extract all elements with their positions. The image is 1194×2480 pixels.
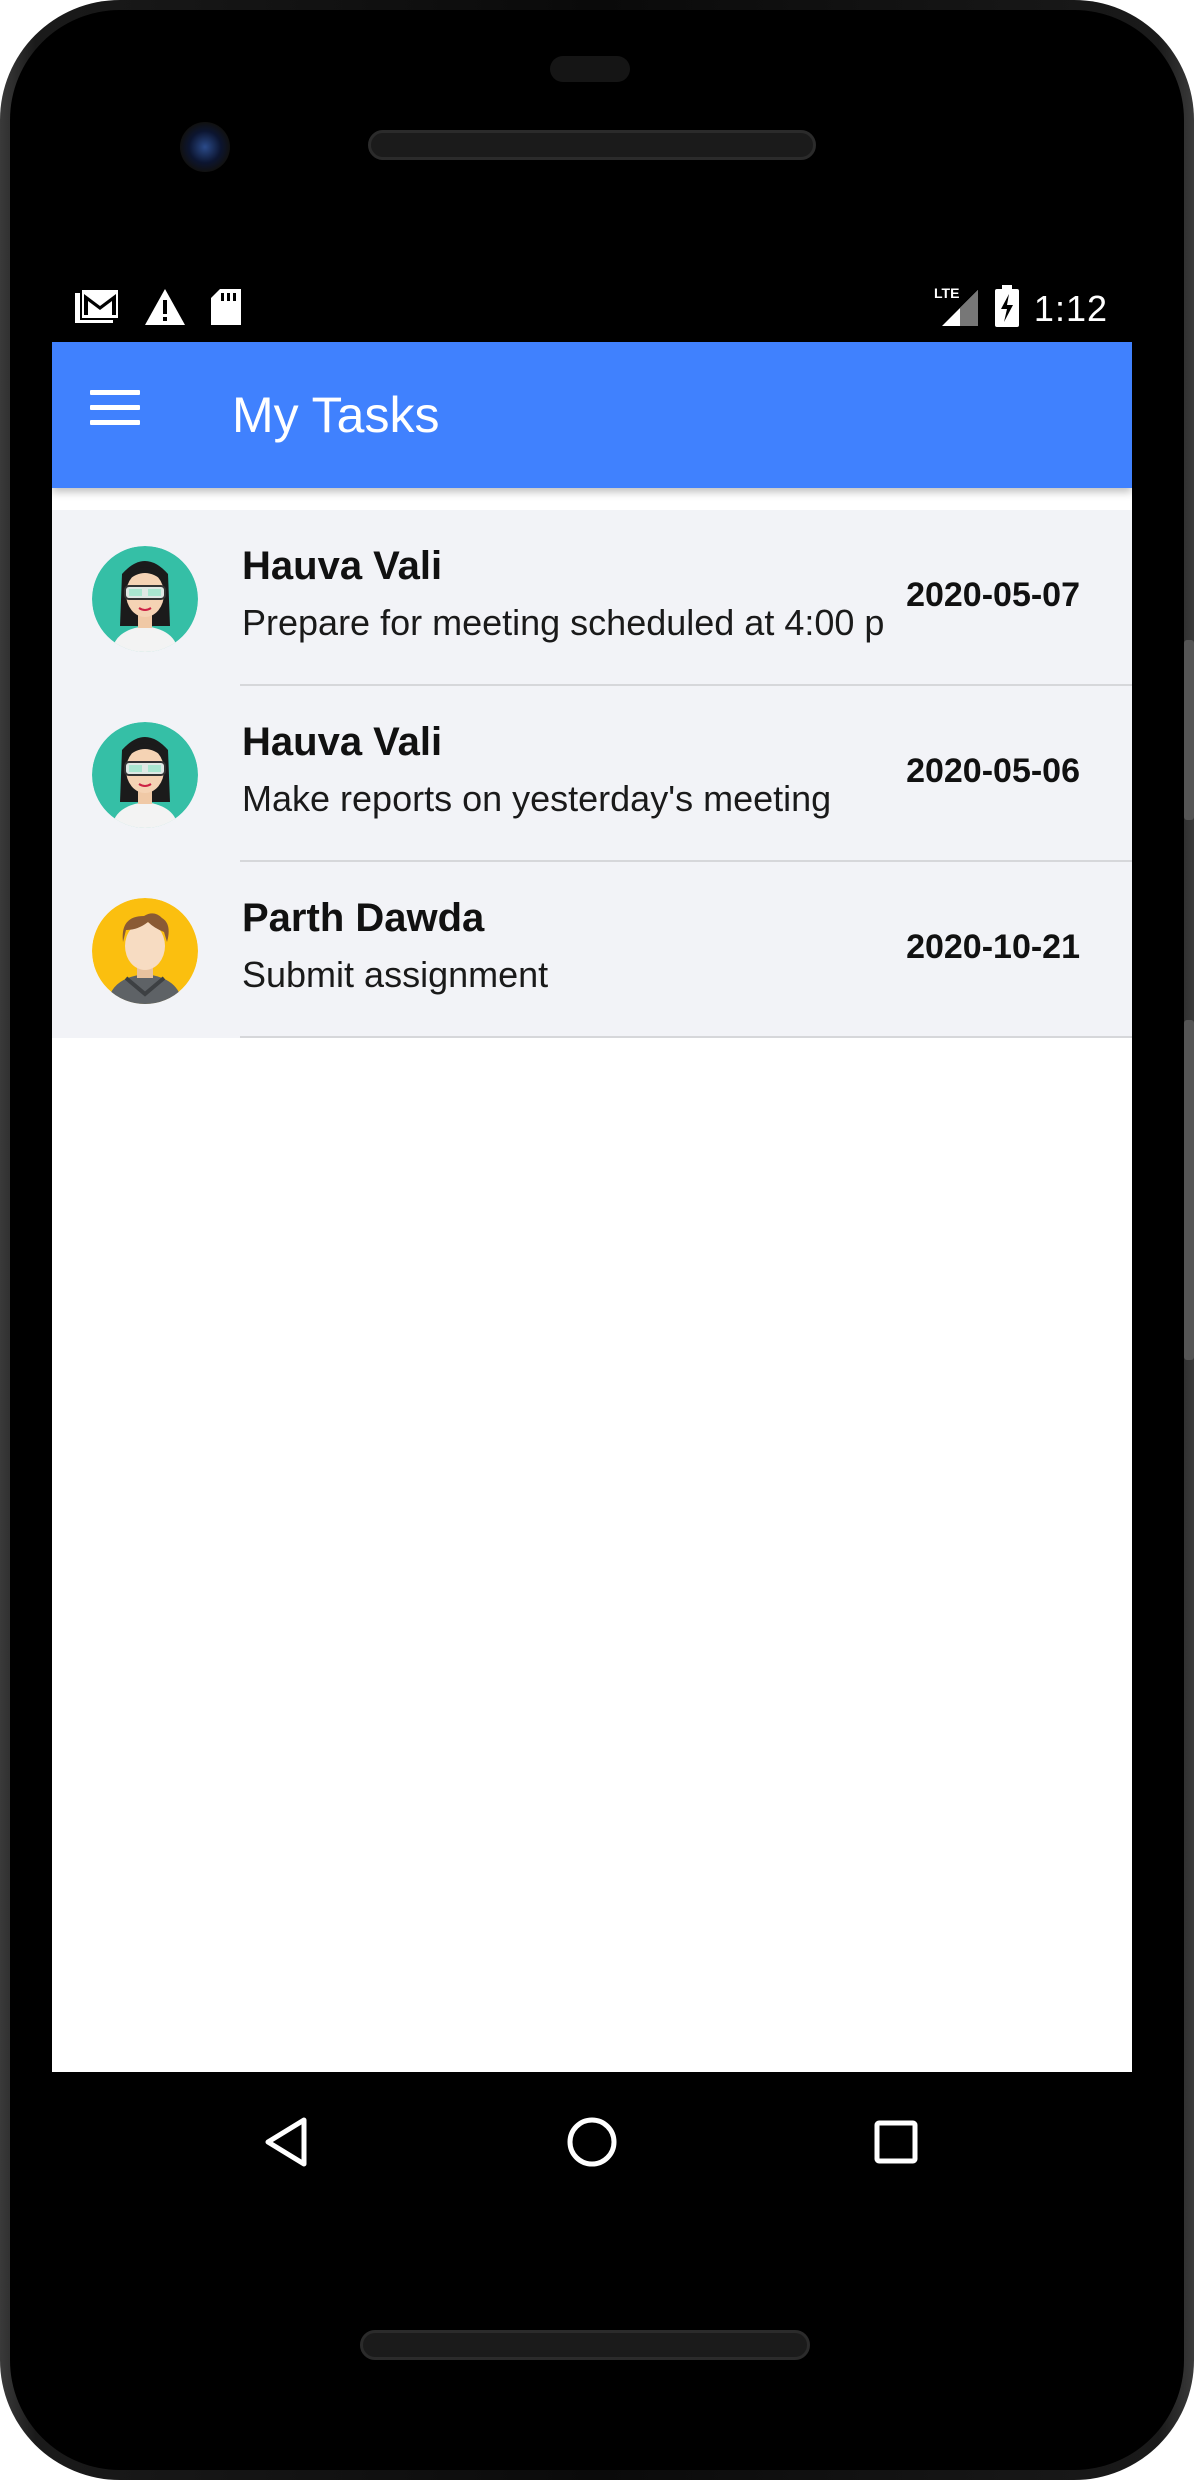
front-camera	[180, 122, 230, 172]
task-assignee: Parth Dawda	[242, 896, 485, 940]
home-icon[interactable]	[552, 2102, 632, 2182]
phone-frame: LTE 1:12 My Tasks Hauva Vali Prepare for…	[0, 0, 1194, 2480]
task-date: 2020-05-06	[906, 752, 1080, 790]
power-button	[1184, 1020, 1194, 1360]
female-avatar-icon	[92, 546, 198, 652]
proximity-sensor	[550, 56, 630, 82]
task-assignee: Hauva Vali	[242, 544, 443, 588]
sd-card-icon	[210, 288, 242, 331]
task-assignee: Hauva Vali	[242, 720, 443, 764]
female-avatar-icon	[92, 722, 198, 828]
task-date: 2020-10-21	[906, 928, 1080, 966]
svg-text:LTE: LTE	[934, 285, 959, 301]
status-bar: LTE 1:12	[52, 272, 1132, 342]
navigation-bar	[52, 2072, 1132, 2208]
task-list-area: Hauva Vali Prepare for meeting scheduled…	[52, 488, 1132, 2072]
task-date: 2020-05-07	[906, 576, 1080, 614]
app-bar: My Tasks	[52, 342, 1132, 488]
page-title: My Tasks	[232, 387, 440, 443]
clock: 1:12	[1033, 287, 1108, 329]
task-list: Hauva Vali Prepare for meeting scheduled…	[52, 510, 1132, 1038]
recents-icon[interactable]	[856, 2102, 936, 2182]
volume-button	[1184, 640, 1194, 820]
task-item[interactable]: Hauva Vali Make reports on yesterday's m…	[52, 686, 1132, 862]
notification-icons	[74, 288, 242, 331]
battery-charging-icon	[994, 284, 1020, 333]
male-avatar-icon	[92, 898, 198, 1004]
task-item[interactable]: Parth Dawda Submit assignment 2020-10-21	[52, 862, 1132, 1038]
hamburger-menu-icon[interactable]	[90, 390, 140, 440]
earpiece-speaker	[368, 130, 816, 160]
bottom-speaker	[360, 2330, 810, 2360]
task-description: Submit assignment	[242, 954, 549, 995]
screen: LTE 1:12 My Tasks Hauva Vali Prepare for…	[52, 272, 1132, 2072]
gmail-icon	[74, 288, 120, 331]
divider	[240, 1036, 1132, 1038]
task-description: Make reports on yesterday's meeting	[242, 778, 832, 819]
lte-signal-icon: LTE	[932, 284, 980, 333]
system-icons: LTE 1:12	[932, 284, 1108, 333]
warning-icon	[144, 288, 186, 331]
task-item[interactable]: Hauva Vali Prepare for meeting scheduled…	[52, 510, 1132, 686]
back-icon[interactable]	[248, 2102, 328, 2182]
task-description: Prepare for meeting scheduled at 4:00 p	[242, 602, 885, 643]
